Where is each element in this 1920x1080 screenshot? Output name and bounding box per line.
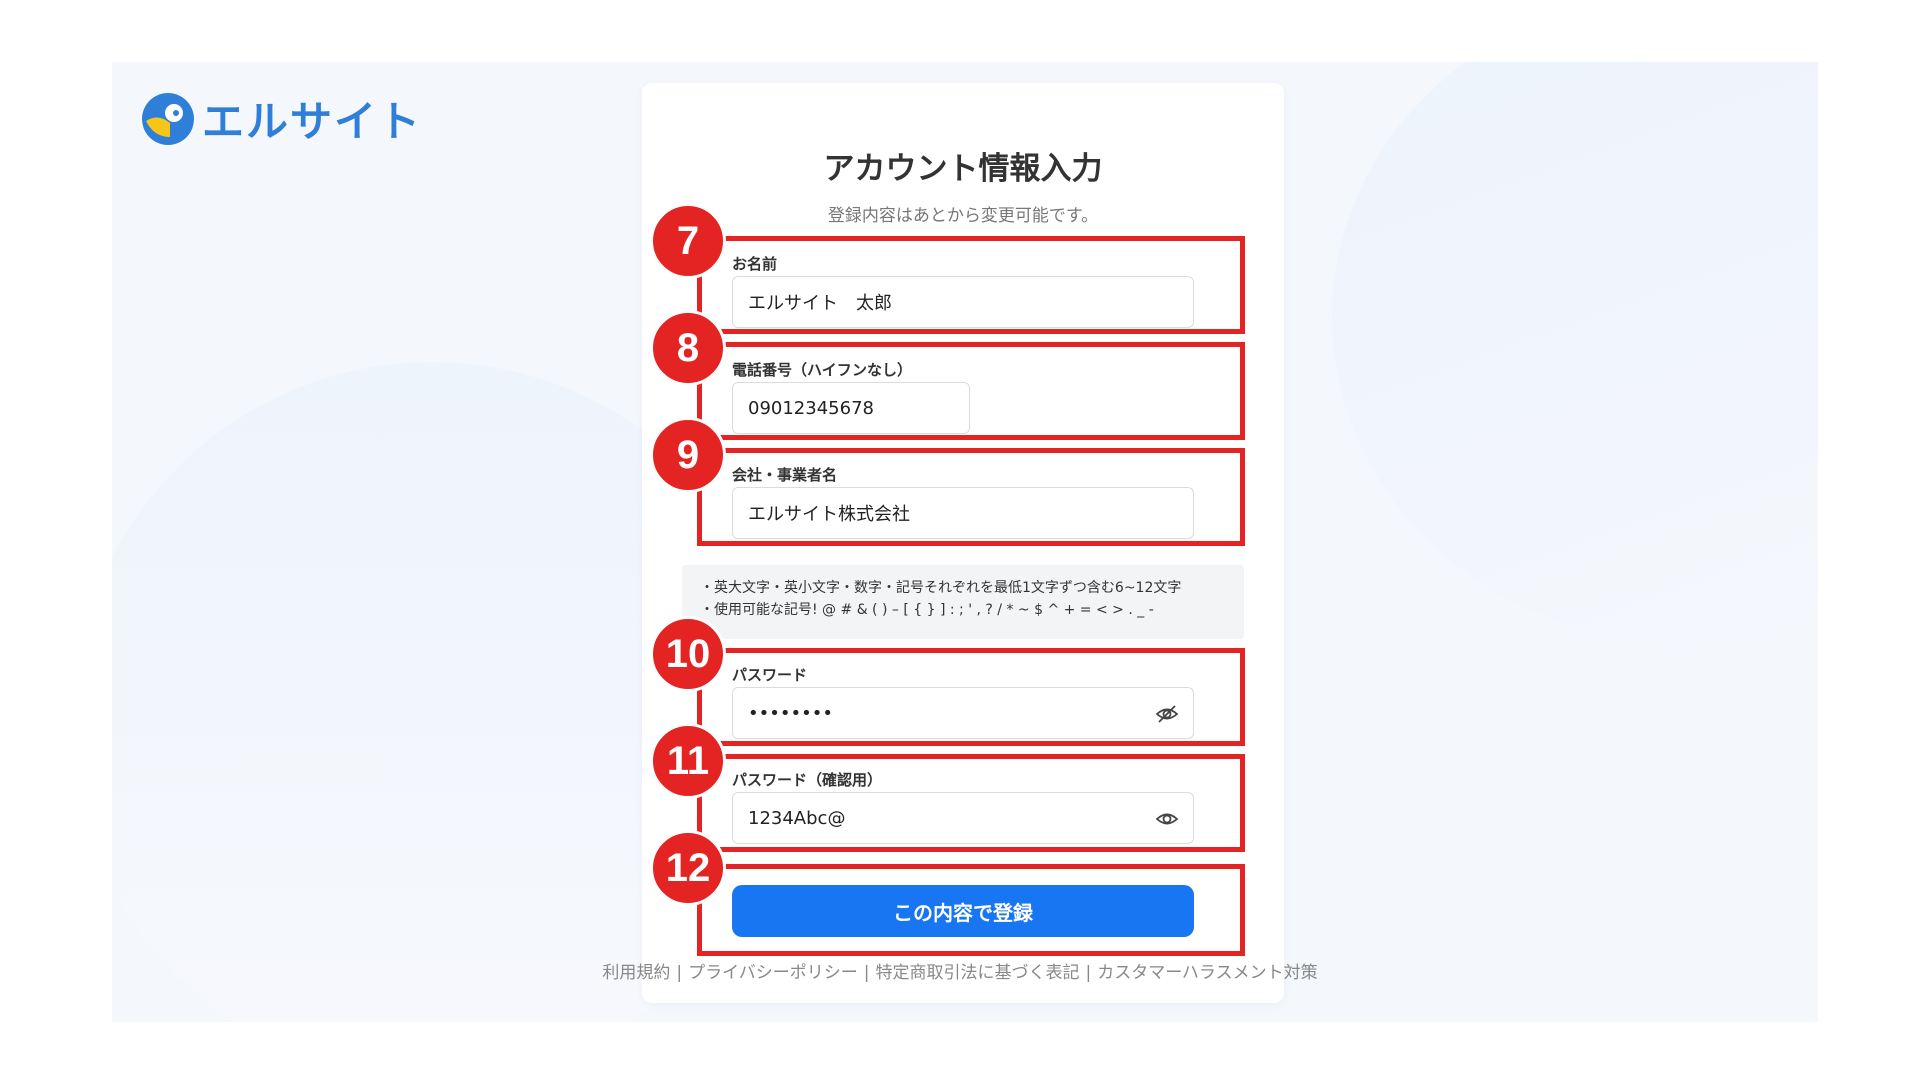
brand-name: エルサイト (202, 97, 423, 146)
commerce-law-link[interactable]: 特定商取引法に基づく表記 (876, 963, 1080, 983)
bird-logo-icon (142, 92, 194, 145)
terms-link[interactable]: 利用規約 (602, 963, 670, 983)
annotation-badge: 9 (650, 417, 726, 493)
footer-separator: | (863, 963, 870, 983)
annotation-badge: 11 (650, 723, 726, 799)
annotation-badge: 12 (650, 830, 726, 906)
annotation-frame (697, 448, 1245, 546)
page-title: アカウント情報入力 (823, 151, 1103, 187)
page-subtitle: 登録内容はあとから変更可能です。 (827, 206, 1099, 226)
password-rule-line: ・英大文字・英小文字・数字・記号それぞれを最低1文字ずつ含む6~12文字 (700, 580, 1182, 596)
annotation-badge: 7 (650, 203, 726, 279)
annotation-frame (697, 754, 1245, 852)
annotation-frame (697, 342, 1245, 440)
footer-separator: | (1085, 963, 1092, 983)
annotation-frame (697, 648, 1245, 746)
footer-separator: | (676, 963, 683, 983)
background-blob (1332, 62, 1818, 642)
annotation-badge: 10 (650, 616, 726, 692)
annotation-badge: 8 (650, 310, 726, 386)
password-rule-line: ・使用可能な記号! @ # & ( ) – [ { } ] : ; ' , ? … (700, 602, 1154, 618)
footer-links: 利用規約 | プライバシーポリシー | 特定商取引法に基づく表記 | カスタマーハラスメント… (0, 958, 1920, 983)
password-rules: ・英大文字・英小文字・数字・記号それぞれを最低1文字ずつ含む6~12文字 ・使用… (682, 565, 1244, 639)
privacy-link[interactable]: プライバシーポリシー (688, 963, 858, 983)
annotation-frame (697, 236, 1245, 334)
annotation-frame (697, 864, 1245, 956)
brand-logo[interactable]: エルサイト (140, 88, 422, 149)
harassment-policy-link[interactable]: カスタマーハラスメント対策 (1097, 963, 1317, 983)
